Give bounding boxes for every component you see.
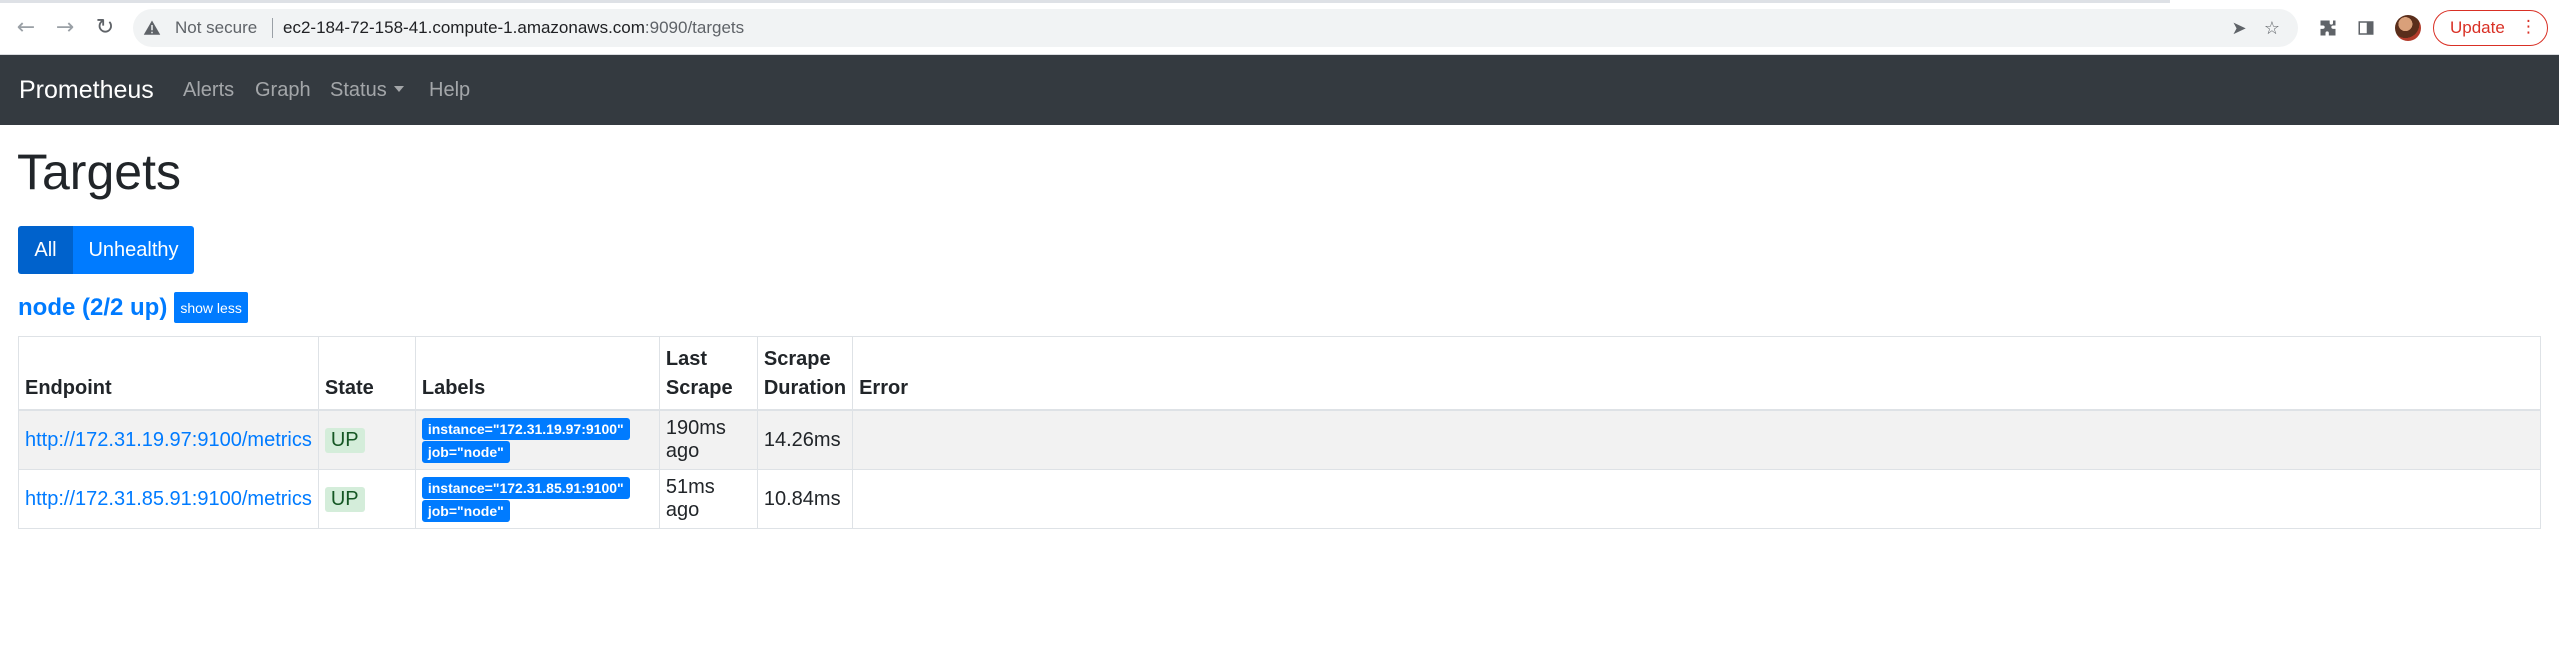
warning-icon[interactable]: [143, 19, 161, 37]
prometheus-navbar: Prometheus Alerts Graph Status Help: [0, 55, 2559, 125]
header-labels: Labels: [414, 336, 660, 411]
header-scrape-duration: Scrape Duration: [756, 336, 854, 411]
puzzle-icon: [2320, 20, 2336, 36]
state-badge: UP: [324, 427, 365, 453]
side-panel-shape: [2358, 21, 2374, 35]
state-cell: UP: [317, 469, 416, 529]
label-badge-job: job="node": [421, 499, 510, 522]
nav-graph[interactable]: Graph: [255, 79, 311, 102]
header-state: State: [317, 336, 416, 411]
label-badge-instance: instance="172.31.19.97:9100": [421, 417, 630, 440]
header-scrape-duration-line1: Scrape: [763, 348, 831, 370]
target-filter-group: All Unhealthy: [18, 226, 194, 274]
endpoint-cell: http://172.31.19.97:9100/metrics: [18, 409, 319, 470]
url-text[interactable]: ec2-184-72-158-41.compute-1.amazonaws.co…: [283, 18, 744, 38]
filter-unhealthy-button[interactable]: Unhealthy: [73, 226, 194, 274]
last-scrape-cell: 190ms ago: [658, 409, 758, 470]
bookmark-star-icon[interactable]: ☆: [2261, 17, 2283, 39]
update-label: Update: [2450, 18, 2505, 37]
nav-status-label: Status: [330, 79, 387, 101]
last-scrape-cell: 51ms ago: [658, 469, 758, 529]
table-header-row: Endpoint State Labels Last Scrape Scrape…: [18, 336, 2541, 411]
duration-cell: 14.26ms: [756, 409, 854, 470]
page-title: Targets: [17, 144, 181, 200]
job-header: node (2/2 up) show less: [18, 292, 248, 323]
nav-status[interactable]: Status: [330, 79, 404, 102]
forward-icon[interactable]: →: [51, 14, 79, 42]
header-last-scrape: Last Scrape: [658, 336, 758, 411]
side-panel-icon[interactable]: [2354, 16, 2378, 40]
label-badge-instance: instance="172.31.85.91:9100": [421, 476, 630, 499]
extensions-icon[interactable]: [2316, 16, 2340, 40]
error-cell: [852, 409, 2541, 470]
error-cell: [852, 469, 2541, 529]
url-path: :9090/targets: [644, 18, 745, 37]
table-row: http://172.31.19.97:9100/metrics UP inst…: [18, 409, 2541, 470]
duration-cell: 10.84ms: [756, 469, 854, 529]
url-host: ec2-184-72-158-41.compute-1.amazonaws.co…: [283, 18, 645, 37]
omnibox-divider: [272, 18, 273, 38]
tab-strip: [0, 0, 2170, 3]
browser-toolbar: ← → ↻ Not secure ec2-184-72-158-41.compu…: [0, 0, 2559, 55]
label-badge-job: job="node": [421, 440, 510, 463]
address-bar[interactable]: Not secure ec2-184-72-158-41.compute-1.a…: [133, 9, 2298, 47]
brand-logo[interactable]: Prometheus: [19, 76, 154, 105]
security-label[interactable]: Not secure: [175, 18, 257, 38]
update-button[interactable]: Update ⋮: [2433, 10, 2548, 46]
show-less-button[interactable]: show less: [174, 292, 248, 323]
header-scrape-duration-line2: Duration: [763, 377, 847, 399]
send-icon[interactable]: ➤: [2228, 17, 2250, 39]
labels-cell: instance="172.31.85.91:9100"job="node": [414, 469, 660, 529]
targets-table: Endpoint State Labels Last Scrape Scrape…: [18, 336, 2541, 529]
header-endpoint: Endpoint: [18, 336, 319, 411]
header-error: Error: [852, 336, 2541, 411]
state-badge: UP: [324, 486, 365, 512]
nav-alerts[interactable]: Alerts: [183, 79, 234, 102]
reload-icon[interactable]: ↻: [91, 14, 119, 42]
profile-avatar[interactable]: [2395, 15, 2421, 41]
state-cell: UP: [317, 409, 416, 470]
caret-down-icon: [393, 86, 404, 93]
job-name-link[interactable]: node (2/2 up): [18, 294, 167, 322]
nav-help[interactable]: Help: [429, 79, 470, 102]
endpoint-cell: http://172.31.85.91:9100/metrics: [18, 469, 319, 529]
back-icon[interactable]: ←: [12, 14, 40, 42]
endpoint-link[interactable]: http://172.31.85.91:9100/metrics: [25, 488, 312, 510]
filter-all-button[interactable]: All: [18, 226, 73, 274]
labels-cell: instance="172.31.19.97:9100"job="node": [414, 409, 660, 470]
endpoint-link[interactable]: http://172.31.19.97:9100/metrics: [25, 429, 312, 451]
more-menu-icon[interactable]: ⋮: [2520, 18, 2537, 35]
table-row: http://172.31.85.91:9100/metrics UP inst…: [18, 469, 2541, 529]
